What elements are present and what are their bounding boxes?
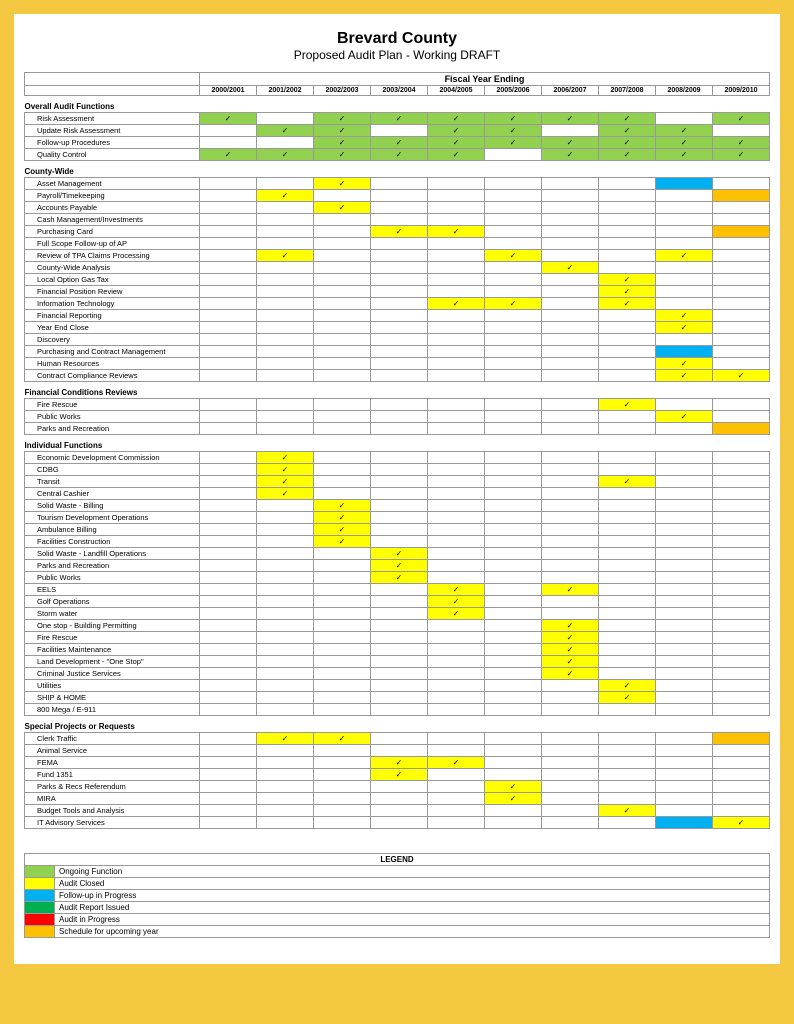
- legend-closed-label: Audit Closed: [55, 878, 770, 890]
- page: Brevard County Proposed Audit Plan - Wor…: [12, 12, 782, 966]
- row-facilities-maint: Facilities Maintenance: [25, 644, 770, 656]
- row-financial-position: Financial Position Review: [25, 286, 770, 298]
- year-9: 2009/2010: [713, 86, 770, 96]
- row-criminal-justice: Criminal Justice Services: [25, 668, 770, 680]
- row-local-option-gas: Local Option Gas Tax: [25, 274, 770, 286]
- section-individual: Individual Functions: [25, 435, 770, 452]
- row-human-resources: Human Resources: [25, 358, 770, 370]
- legend-ongoing: Ongoing Function: [25, 866, 770, 878]
- row-storm-water: Storm water: [25, 608, 770, 620]
- row-cdbg: CDBG: [25, 464, 770, 476]
- grid-container: Fiscal Year Ending 2000/2001 2001/2002 2…: [24, 72, 770, 829]
- row-fire-rescue-fin: Fire Rescue: [25, 399, 770, 411]
- row-accounts-payable: Accounts Payable: [25, 202, 770, 214]
- legend-table: LEGEND Ongoing Function Audit Closed Fol…: [24, 853, 770, 938]
- row-year-end-close: Year End Close: [25, 322, 770, 334]
- section-county-wide: County-Wide: [25, 161, 770, 178]
- row-parks-referendum: Parks & Recs Referendum: [25, 781, 770, 793]
- row-purchasing-contract: Purchasing and Contract Management: [25, 346, 770, 358]
- row-fund-1351: Fund 1351: [25, 769, 770, 781]
- row-fire-rescue-ind: Fire Rescue: [25, 632, 770, 644]
- row-update-risk: Update Risk Assessment: [25, 125, 770, 137]
- legend-audit-progress: Audit in Progress: [25, 914, 770, 926]
- row-solid-waste-billing: Solid Waste - Billing: [25, 500, 770, 512]
- row-animal-service: Animal Service: [25, 745, 770, 757]
- audit-table: Fiscal Year Ending 2000/2001 2001/2002 2…: [24, 72, 770, 829]
- row-800-mega: 800 Mega / E-911: [25, 704, 770, 716]
- year-3: 2003/2004: [371, 86, 428, 96]
- row-parks-recreation-ind: Parks and Recreation: [25, 560, 770, 572]
- legend-report-label: Audit Report Issued: [55, 902, 770, 914]
- row-tourism: Tourism Development Operations: [25, 512, 770, 524]
- section-financial-conditions: Financial Conditions Reviews: [25, 382, 770, 399]
- row-mira: MIRA: [25, 793, 770, 805]
- row-ship-home: SHIP & HOME: [25, 692, 770, 704]
- year-5: 2005/2006: [485, 86, 542, 96]
- main-title: Brevard County: [24, 30, 770, 48]
- row-payroll: Payroll/Timekeeping: [25, 190, 770, 202]
- legend-followup: Follow-up in Progress: [25, 890, 770, 902]
- sub-title: Proposed Audit Plan - Working DRAFT: [24, 48, 770, 62]
- row-parks-recreation-fin: Parks and Recreation: [25, 423, 770, 435]
- row-public-works-fin: Public Works: [25, 411, 770, 423]
- row-central-cashier: Central Cashier: [25, 488, 770, 500]
- row-clerk-traffic: Clerk Traffic: [25, 733, 770, 745]
- row-asset-mgmt: Asset Management: [25, 178, 770, 190]
- row-countywide-analysis: County-Wide Analysis: [25, 262, 770, 274]
- year-2: 2002/2003: [314, 86, 371, 96]
- legend-title: LEGEND: [25, 854, 770, 866]
- section-special-projects: Special Projects or Requests: [25, 716, 770, 733]
- row-land-dev: Land Development - "One Stop": [25, 656, 770, 668]
- row-utilities: Utilities: [25, 680, 770, 692]
- legend-ongoing-label: Ongoing Function: [55, 866, 770, 878]
- row-fema: FEMA: [25, 757, 770, 769]
- year-1: 2001/2002: [257, 86, 314, 96]
- row-info-tech: Information Technology: [25, 298, 770, 310]
- row-ambulance: Ambulance Billing: [25, 524, 770, 536]
- row-contract-compliance: Contract Compliance Reviews: [25, 370, 770, 382]
- year-0: 2000/2001: [200, 86, 257, 96]
- row-cash-mgmt: Cash Management/Investments: [25, 214, 770, 226]
- year-8: 2008/2009: [656, 86, 713, 96]
- row-purchasing-card: Purchasing Card: [25, 226, 770, 238]
- row-transit: Transit: [25, 476, 770, 488]
- row-golf-operations: Golf Operations: [25, 596, 770, 608]
- fiscal-year-header: Fiscal Year Ending: [200, 73, 770, 86]
- row-one-stop-building: One stop - Building Permitting: [25, 620, 770, 632]
- legend-audit-progress-label: Audit in Progress: [55, 914, 770, 926]
- row-full-scope: Full Scope Follow-up of AP: [25, 238, 770, 250]
- row-quality-control: Quality Control: [25, 149, 770, 161]
- row-followup-procedures: Follow-up Procedures: [25, 137, 770, 149]
- section-overall: Overall Audit Functions: [25, 96, 770, 113]
- row-solid-waste-landfill: Solid Waste - Landfill Operations: [25, 548, 770, 560]
- row-it-advisory: IT Advisory Services: [25, 817, 770, 829]
- row-budget-tools: Budget Tools and Analysis: [25, 805, 770, 817]
- legend-schedule-label: Schedule for upcoming year: [55, 926, 770, 938]
- row-discovery: Discovery: [25, 334, 770, 346]
- legend-report-issued: Audit Report Issued: [25, 902, 770, 914]
- row-eels: EELS: [25, 584, 770, 596]
- title-section: Brevard County Proposed Audit Plan - Wor…: [24, 30, 770, 62]
- row-facilities-construction: Facilities Construction: [25, 536, 770, 548]
- year-4: 2004/2005: [428, 86, 485, 96]
- legend-followup-label: Follow-up in Progress: [55, 890, 770, 902]
- legend-schedule: Schedule for upcoming year: [25, 926, 770, 938]
- row-public-works-ind: Public Works: [25, 572, 770, 584]
- row-tpa-claims: Review of TPA Claims Processing: [25, 250, 770, 262]
- year-6: 2006/2007: [542, 86, 599, 96]
- row-edc: Economic Development Commission: [25, 452, 770, 464]
- year-7: 2007/2008: [599, 86, 656, 96]
- row-risk-assessment: Risk Assessment: [25, 113, 770, 125]
- legend-audit-closed: Audit Closed: [25, 878, 770, 890]
- row-financial-reporting: Financial Reporting: [25, 310, 770, 322]
